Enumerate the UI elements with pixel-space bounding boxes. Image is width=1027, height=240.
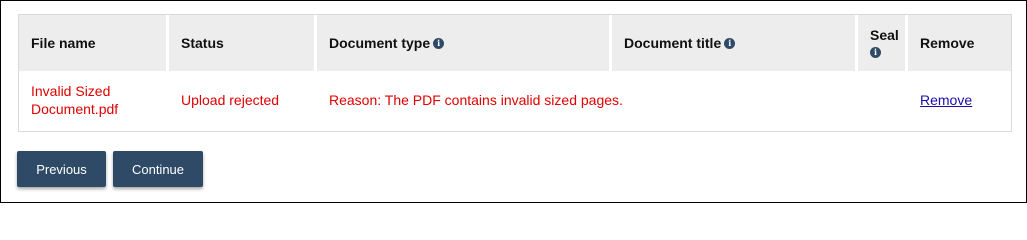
file-name-text: Invalid Sized Document.pdf: [31, 83, 119, 117]
col-header-document-title-label: Document title: [624, 35, 722, 51]
cell-file-name: Invalid Sized Document.pdf: [19, 71, 169, 129]
cell-status: Upload rejected: [169, 71, 317, 129]
info-icon[interactable]: i: [433, 37, 445, 49]
col-header-seal: Seal i: [858, 15, 908, 71]
upload-table: File name Status Document type i Document…: [19, 15, 1011, 129]
cell-remove: Remove: [908, 71, 1011, 129]
cell-document-type: Reason: The PDF contains invalid sized p…: [317, 71, 908, 129]
col-header-file-name: File name: [19, 15, 169, 71]
col-header-document-title: Document title i: [612, 15, 858, 71]
table-header-row: File name Status Document type i Document…: [19, 15, 1011, 71]
previous-button[interactable]: Previous: [17, 151, 106, 187]
col-header-document-type: Document type i: [317, 15, 612, 71]
rejection-reason-text: Reason: The PDF contains invalid sized p…: [329, 92, 623, 108]
col-header-seal-label: Seal: [870, 27, 899, 43]
col-header-status: Status: [169, 15, 317, 71]
table-row: Invalid Sized Document.pdf Upload reject…: [19, 71, 1011, 129]
col-header-remove-label: Remove: [920, 35, 975, 51]
col-header-file-name-label: File name: [31, 35, 96, 51]
remove-link[interactable]: Remove: [920, 92, 972, 108]
col-header-document-type-label: Document type: [329, 35, 431, 51]
page-frame: File name Status Document type i Document…: [0, 0, 1027, 203]
info-icon[interactable]: i: [870, 46, 881, 58]
continue-button[interactable]: Continue: [113, 151, 203, 187]
col-header-remove: Remove: [908, 15, 1011, 71]
status-text: Upload rejected: [181, 92, 280, 108]
info-icon[interactable]: i: [724, 37, 736, 49]
upload-table-container: File name Status Document type i Document…: [18, 14, 1012, 132]
col-header-status-label: Status: [181, 35, 224, 51]
